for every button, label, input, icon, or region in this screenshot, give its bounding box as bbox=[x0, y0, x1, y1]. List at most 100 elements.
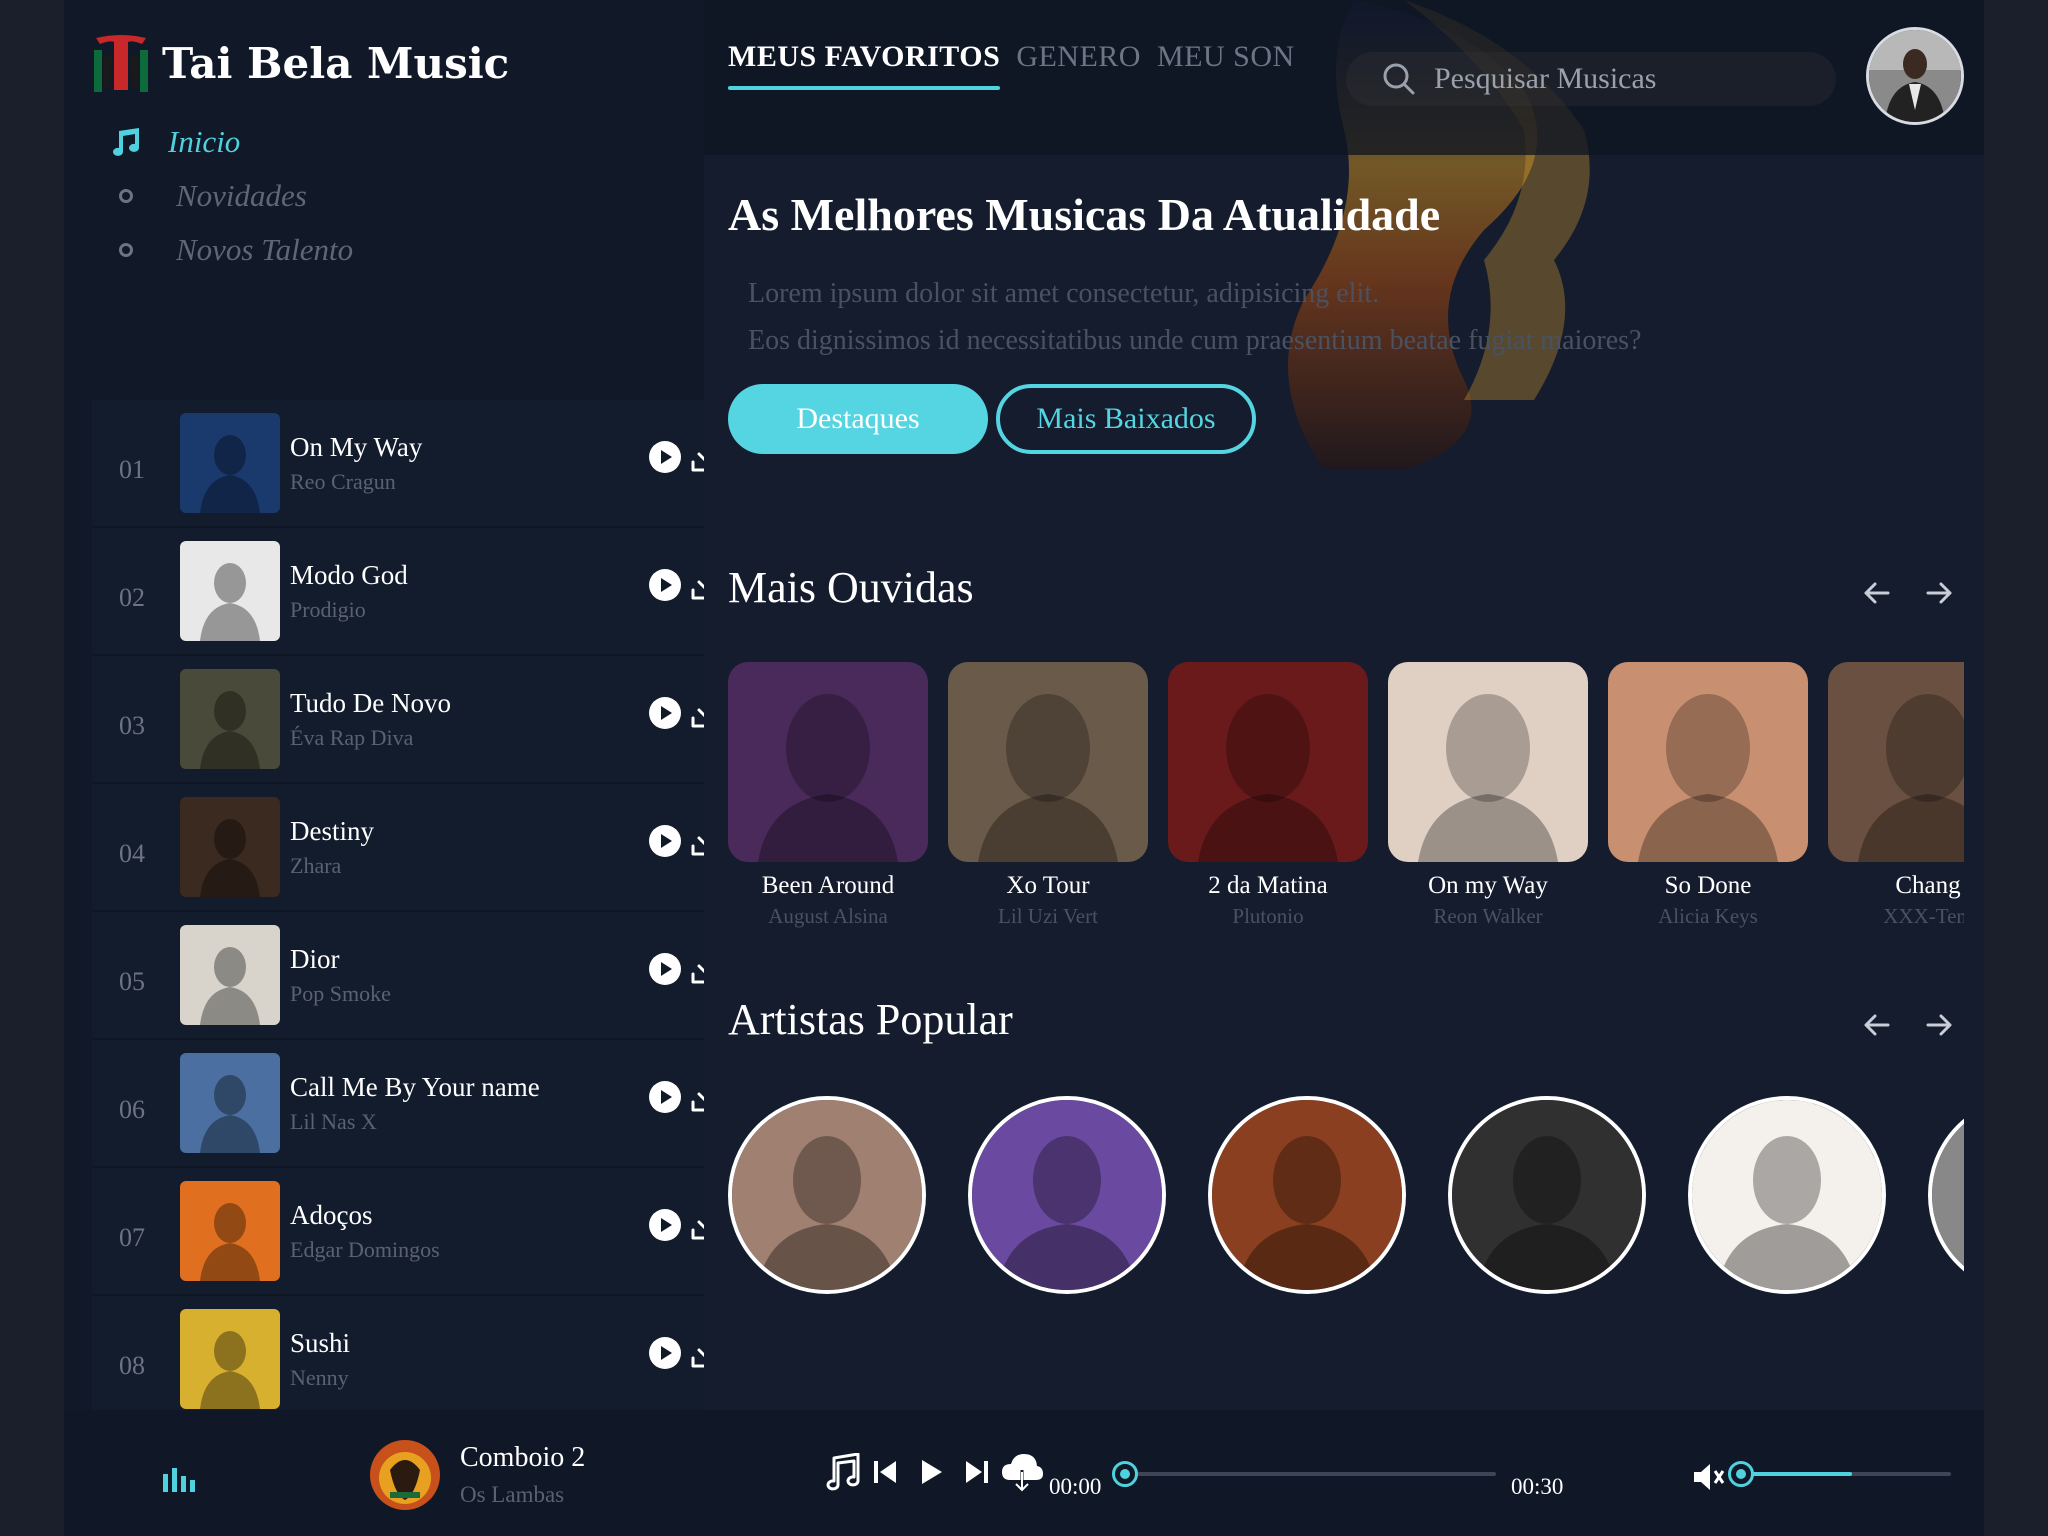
app-title: Tai Bela Music bbox=[162, 38, 510, 88]
track-title: Adoços bbox=[290, 1199, 373, 1230]
play-circle-icon[interactable] bbox=[648, 1080, 682, 1114]
play-icon[interactable] bbox=[916, 1457, 946, 1487]
track-artist: Zhara bbox=[290, 852, 342, 878]
sidebar-item-novidades[interactable]: Novidades bbox=[104, 169, 353, 223]
search-icon[interactable] bbox=[1382, 62, 1416, 96]
album-card[interactable]: So Done Alicia Keys bbox=[1608, 662, 1808, 929]
play-circle-icon[interactable] bbox=[648, 696, 682, 730]
track-artist: Éva Rap Diva bbox=[290, 724, 414, 750]
player-controls bbox=[822, 1452, 1044, 1492]
hero-title: As Melhores Musicas Da Atualidade bbox=[728, 189, 1441, 240]
album-card[interactable]: Xo Tour Lil Uzi Vert bbox=[948, 662, 1148, 929]
track-artist: Reo Cragun bbox=[290, 468, 396, 494]
hero-description-line: Lorem ipsum dolor sit amet consectetur, … bbox=[748, 278, 1380, 309]
track-number: 01 bbox=[119, 455, 145, 484]
sidebar-item-inicio[interactable]: Inicio bbox=[104, 115, 353, 169]
play-circle-icon[interactable] bbox=[648, 1208, 682, 1242]
circle-icon bbox=[104, 189, 148, 203]
arrow-right-icon[interactable] bbox=[1924, 1010, 1954, 1040]
album-cover bbox=[728, 662, 928, 862]
track-cover bbox=[180, 541, 280, 641]
track-row[interactable]: 01 On My Way Reo Cragun bbox=[92, 400, 744, 528]
track-row[interactable]: 08 Sushi Nenny bbox=[92, 1296, 744, 1410]
popular-artists-arrows bbox=[1862, 1010, 1954, 1040]
track-title: Tudo De Novo bbox=[290, 687, 452, 718]
tab-meu-son[interactable]: MEU SON bbox=[1157, 40, 1295, 90]
album-title: 2 da Matina bbox=[1208, 872, 1328, 899]
track-artist: Edgar Domingos bbox=[290, 1236, 440, 1262]
track-cover bbox=[180, 413, 280, 513]
now-playing-artist: Os Lambas bbox=[460, 1482, 565, 1507]
tab-meus-favoritos[interactable]: MEUS FAVORITOS bbox=[728, 40, 1001, 90]
equalizer-icon[interactable] bbox=[162, 1466, 196, 1497]
tab-genero[interactable]: GENERO bbox=[1016, 40, 1141, 90]
track-row[interactable]: 04 Destiny Zhara bbox=[92, 784, 744, 912]
music-note-icon bbox=[104, 127, 148, 157]
album-title: Chang bbox=[1895, 872, 1961, 899]
artist-avatar[interactable] bbox=[1448, 1096, 1646, 1294]
album-cover bbox=[1828, 662, 1964, 862]
time-total: 00:30 bbox=[1511, 1474, 1564, 1499]
artist-avatar[interactable] bbox=[968, 1096, 1166, 1294]
now-playing-cover bbox=[370, 1440, 440, 1510]
track-list: 01 On My Way Reo Cragun 02 Modo God Prod… bbox=[92, 400, 744, 1410]
play-circle-icon[interactable] bbox=[648, 568, 682, 602]
mais-baixados-button[interactable]: Mais Baixados bbox=[996, 384, 1256, 454]
artist-avatar[interactable] bbox=[1928, 1096, 1964, 1294]
app-window: Tai Bela Music Inicio Novidades Novos Ta… bbox=[64, 0, 1984, 1536]
play-circle-icon[interactable] bbox=[648, 952, 682, 986]
sidebar-item-novos-talento[interactable]: Novos Talento bbox=[104, 223, 353, 277]
track-row[interactable]: 06 Call Me By Your name Lil Nas X bbox=[92, 1040, 744, 1168]
arrow-right-icon[interactable] bbox=[1924, 578, 1954, 608]
album-card[interactable]: Been Around August Alsina bbox=[728, 662, 928, 929]
track-title: Call Me By Your name bbox=[290, 1071, 540, 1102]
album-title: So Done bbox=[1664, 872, 1752, 899]
progress-track[interactable] bbox=[1124, 1472, 1496, 1476]
play-circle-icon[interactable] bbox=[648, 1336, 682, 1370]
play-circle-icon[interactable] bbox=[648, 824, 682, 858]
track-row[interactable]: 07 Adoços Edgar Domingos bbox=[92, 1168, 744, 1296]
track-cover bbox=[180, 669, 280, 769]
cloud-download-icon[interactable] bbox=[1000, 1452, 1044, 1492]
track-row[interactable]: 02 Modo God Prodigio bbox=[92, 528, 744, 656]
volume-icon[interactable] bbox=[1692, 1462, 1726, 1492]
artist-avatar[interactable] bbox=[1688, 1096, 1886, 1294]
album-card[interactable]: 2 da Matina Plutonio bbox=[1168, 662, 1368, 929]
playlist-music-icon[interactable] bbox=[822, 1453, 862, 1491]
album-card[interactable]: On my Way Reon Walker bbox=[1388, 662, 1588, 929]
track-number: 04 bbox=[119, 839, 145, 868]
main-content: MEUS FAVORITOS GENERO MEU SON As Melhore… bbox=[704, 0, 1984, 1410]
logo[interactable]: Tai Bela Music bbox=[92, 30, 509, 96]
previous-icon[interactable] bbox=[872, 1458, 900, 1486]
sidebar-item-label: Novidades bbox=[176, 178, 307, 213]
track-number: 07 bbox=[119, 1223, 145, 1252]
artist-avatar[interactable] bbox=[1208, 1096, 1406, 1294]
next-icon[interactable] bbox=[962, 1458, 990, 1486]
destaques-button[interactable]: Destaques bbox=[728, 384, 988, 454]
track-number: 03 bbox=[119, 711, 145, 740]
avatar[interactable] bbox=[1866, 27, 1964, 125]
sidebar-nav: Inicio Novidades Novos Talento bbox=[104, 115, 353, 277]
play-circle-icon[interactable] bbox=[648, 440, 682, 474]
track-number: 05 bbox=[119, 967, 145, 996]
track-cover bbox=[180, 797, 280, 897]
sidebar: Tai Bela Music Inicio Novidades Novos Ta… bbox=[64, 0, 744, 1410]
search-input[interactable] bbox=[1434, 62, 1834, 96]
album-artist: August Alsina bbox=[768, 904, 888, 928]
circle-icon bbox=[104, 243, 148, 257]
volume-knob[interactable] bbox=[1727, 1461, 1754, 1487]
track-cover bbox=[180, 1053, 280, 1153]
artist-avatar[interactable] bbox=[728, 1096, 926, 1294]
track-row[interactable]: 03 Tudo De Novo Éva Rap Diva bbox=[92, 656, 744, 784]
album-artist: Plutonio bbox=[1232, 904, 1304, 928]
arrow-left-icon[interactable] bbox=[1862, 1010, 1892, 1040]
hero-description-line: Eos dignissimos id necessitatibus unde c… bbox=[748, 325, 1642, 356]
progress-knob[interactable] bbox=[1112, 1461, 1138, 1487]
section-title-most-played: Mais Ouvidas bbox=[728, 563, 974, 612]
arrow-left-icon[interactable] bbox=[1862, 578, 1892, 608]
sidebar-item-label: Inicio bbox=[168, 124, 241, 159]
album-card[interactable]: Chang XXX-Tent bbox=[1828, 662, 1964, 929]
track-row[interactable]: 05 Dior Pop Smoke bbox=[92, 912, 744, 1040]
album-title: On my Way bbox=[1428, 872, 1548, 899]
track-artist: Prodigio bbox=[290, 596, 366, 622]
